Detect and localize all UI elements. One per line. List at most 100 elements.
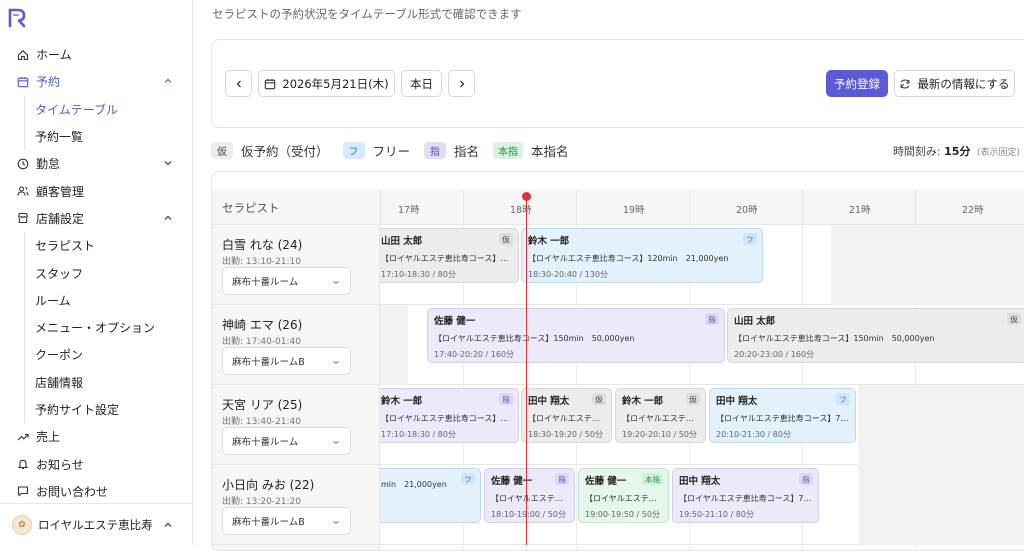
store-settings-submenu: セラピスト スタッフ ルーム メニュー・オプション クーポン 店舗情報 予約サイ… xyxy=(0,232,193,424)
hour-divider xyxy=(802,189,803,225)
booking-card[interactable]: 鈴木 一郎 【ロイヤルエステ恵比寿コース】7… 17:10-18:30 / 80… xyxy=(380,388,519,443)
room-select[interactable]: 麻布十番ルーム xyxy=(222,427,351,455)
time-step-note: (表示固定) xyxy=(976,148,1020,158)
sidebar-item-label: スタッフ xyxy=(35,266,84,281)
booking-customer: 鈴木 一郎 xyxy=(381,396,423,407)
legend-badge-shimei: 指 xyxy=(424,141,447,159)
therapist-column-title: セラピスト xyxy=(222,201,280,215)
sidebar-item-timetable[interactable]: タイムテーブル xyxy=(0,96,193,123)
off-shift-area xyxy=(858,385,1024,465)
booking-card[interactable]: 山田 太郎 【ロイヤルエステ恵比寿コース】7… 17:10-18:30 / 80… xyxy=(380,228,519,283)
booking-customer: 鈴木 一郎 xyxy=(528,236,570,247)
sidebar-item-reservation-list[interactable]: 予約一覧 xyxy=(0,123,193,150)
booking-customer: 田中 翔太 xyxy=(679,476,721,487)
current-time-line xyxy=(526,196,527,545)
therapist-name: 神崎 エマ (26) xyxy=(222,318,303,332)
today-button[interactable]: 本日 xyxy=(401,70,442,97)
home-icon xyxy=(16,48,30,62)
current-time-marker xyxy=(522,192,531,201)
booking-type-badge: 指 xyxy=(799,473,813,485)
chevron-down-icon xyxy=(164,161,172,166)
toolbar-card: 2026年5月21日(木) 本日 予約登録 最新の情報にする xyxy=(211,39,1024,128)
sidebar-item-label: 予約一覧 xyxy=(35,130,84,145)
therapist-shift: 出勤: 13:20-21:20 xyxy=(222,497,302,507)
room-select[interactable]: 麻布十番ルームB xyxy=(222,507,351,535)
sidebar-item-menu-options[interactable]: メニュー・オプション xyxy=(0,314,193,341)
refresh-button[interactable]: 最新の情報にする xyxy=(894,70,1015,97)
today-label: 本日 xyxy=(410,76,433,91)
sidebar-item-label: 予約 xyxy=(36,75,61,90)
off-shift-area xyxy=(831,225,1024,305)
prev-day-button[interactable] xyxy=(225,70,252,97)
booking-card[interactable]: 佐藤 健一 【ロイヤルエステ… 18:10-19:00 / 50分 指 xyxy=(484,468,575,523)
booking-time: 17:10-18:30 / 80分 xyxy=(381,430,456,439)
sidebar-item-label: クーポン xyxy=(35,348,84,363)
sidebar-item-store-info[interactable]: 店舗情報 xyxy=(0,369,193,396)
booking-time: 19:50-21:10 / 80分 xyxy=(679,510,754,519)
booking-card[interactable]: 鈴木 一郎 【ロイヤルエステ恵比寿コース】120min 21,000yen 18… xyxy=(521,228,763,283)
booking-card[interactable]: min 21,000yen フ xyxy=(380,468,481,523)
therapist-name: 白雪 れな (24) xyxy=(222,238,303,252)
sidebar-item-label: 店舗設定 xyxy=(36,211,85,226)
sidebar-item-notices[interactable]: お知らせ xyxy=(0,450,193,477)
new-reservation-button[interactable]: 予約登録 xyxy=(826,70,888,97)
therapist-shift: 出勤: 13:40-21:40 xyxy=(222,417,302,427)
booking-card[interactable]: 鈴木 一郎 【ロイヤルエステ… 19:20-20:10 / 50分 仮 xyxy=(615,388,706,443)
sidebar-item-therapists[interactable]: セラピスト xyxy=(0,232,193,259)
refresh-label: 最新の情報にする xyxy=(917,76,1010,91)
date-picker-button[interactable]: 2026年5月21日(木) xyxy=(258,70,395,97)
booking-customer: 山田 太郎 xyxy=(734,316,776,327)
sidebar-item-reservation[interactable]: 予約 xyxy=(0,68,193,95)
room-select[interactable]: 麻布十番ルーム xyxy=(222,267,351,295)
room-select-value: 麻布十番ルームB xyxy=(232,517,305,528)
booking-card[interactable]: 佐藤 健一 【ロイヤルエステ… 19:00-19:50 / 50分 本指 xyxy=(578,468,669,523)
sidebar-item-label: ルーム xyxy=(35,293,71,308)
legend-label-kari: 仮予約（受付） xyxy=(241,143,329,159)
booking-type-badge: 指 xyxy=(555,473,569,485)
clock-icon xyxy=(16,157,30,171)
chevron-up-icon xyxy=(164,522,172,527)
sidebar-item-staff[interactable]: スタッフ xyxy=(0,259,193,286)
time-step-value: 15分 xyxy=(944,145,971,158)
legend-badge-honshimei: 本指 xyxy=(493,141,524,159)
app-logo[interactable] xyxy=(8,8,26,28)
page-subtitle: セラピストの予約状況をタイムテーブル形式で確認できます xyxy=(212,7,522,21)
booking-card[interactable]: 田中 翔太 【ロイヤルエステ恵比寿コース】7… 20:10-21:30 / 80… xyxy=(709,388,856,443)
trending-up-icon xyxy=(16,430,30,444)
sidebar-item-sales[interactable]: 売上 xyxy=(0,423,193,450)
booking-card[interactable]: 山田 太郎 【ロイヤルエステ恵比寿コース】150min 50,000yen 20… xyxy=(727,308,1024,363)
off-shift-area xyxy=(858,465,1024,545)
legend-label-honshimei: 本指名 xyxy=(531,143,569,159)
booking-time: 19:00-19:50 / 50分 xyxy=(585,510,660,519)
sidebar-item-attendance[interactable]: 勤怠 xyxy=(0,150,193,177)
room-select[interactable]: 麻布十番ルームB xyxy=(222,347,351,375)
chevron-down-icon xyxy=(333,520,339,525)
booking-course: 【ロイヤルエステ恵比寿コース】150min 50,000yen xyxy=(734,334,935,343)
hour-label: 18時 xyxy=(510,205,532,216)
store-switcher[interactable]: ✿ ロイヤルエステ恵比寿 xyxy=(0,503,193,545)
room-select-value: 麻布十番ルーム xyxy=(232,437,299,448)
sidebar-item-label: 顧客管理 xyxy=(36,184,85,199)
bell-icon xyxy=(16,457,30,471)
booking-card[interactable]: 佐藤 健一 【ロイヤルエステ恵比寿コース】150min 50,000yen 17… xyxy=(427,308,725,363)
sidebar-item-home[interactable]: ホーム xyxy=(0,41,193,68)
calendar-icon xyxy=(265,78,276,89)
sidebar-nav: ホーム 予約 タイムテーブル 予約一覧 勤怠 顧客管理 店舗設定 セラピスト ス… xyxy=(0,41,193,505)
store-name: ロイヤルエステ恵比寿 xyxy=(38,517,153,532)
hour-label: 22時 xyxy=(962,205,984,216)
sidebar-item-rooms[interactable]: ルーム xyxy=(0,287,193,314)
hour-label: 20時 xyxy=(736,205,758,216)
refresh-icon xyxy=(900,78,910,89)
next-day-button[interactable] xyxy=(448,70,475,97)
booking-card[interactable]: 田中 翔太 【ロイヤルエステ… 18:30-19:20 / 50分 仮 xyxy=(521,388,612,443)
booking-time: 17:10-18:30 / 80分 xyxy=(381,270,456,279)
booking-type-badge: フ xyxy=(836,393,850,405)
booking-card[interactable]: 田中 翔太 【ロイヤルエステ恵比寿コース】7… 19:50-21:10 / 80… xyxy=(672,468,819,523)
hour-divider xyxy=(576,189,577,225)
sidebar-item-contact[interactable]: お問い合わせ xyxy=(0,478,193,505)
booking-type-badge: 本指 xyxy=(642,473,663,485)
sidebar-item-coupons[interactable]: クーポン xyxy=(0,341,193,368)
sidebar-item-store-settings[interactable]: 店舗設定 xyxy=(0,205,193,232)
sidebar-item-booking-site[interactable]: 予約サイト設定 xyxy=(0,396,193,423)
sidebar-item-customers[interactable]: 顧客管理 xyxy=(0,177,193,204)
